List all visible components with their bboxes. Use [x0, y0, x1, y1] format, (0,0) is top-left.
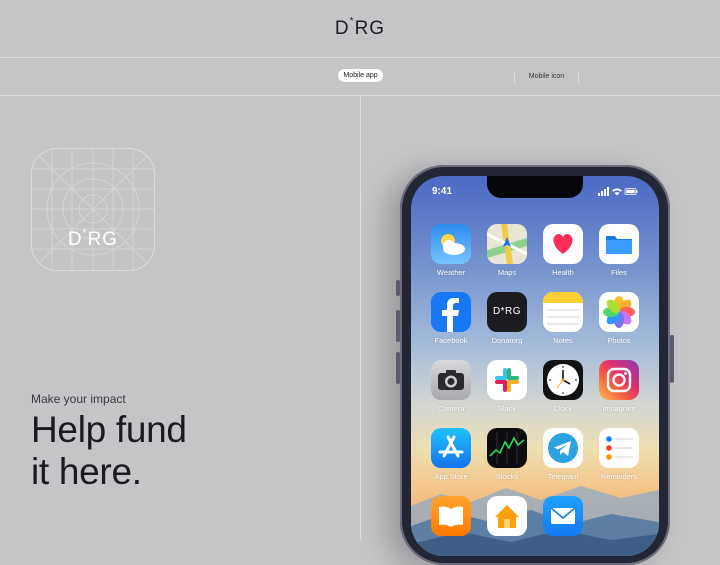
weather-icon — [431, 224, 471, 264]
phone-mute-button — [396, 280, 400, 296]
phone-power-button — [670, 335, 674, 383]
brand-logo[interactable]: D*RG — [0, 16, 720, 40]
hero-headline: Help fund it here. — [31, 409, 187, 493]
brand-rest: RG — [354, 18, 386, 39]
app-label: Instagram — [602, 404, 636, 413]
app-label: Slack — [497, 404, 517, 413]
app-maps[interactable]: Maps — [479, 224, 535, 277]
status-time: 9:41 — [432, 186, 453, 197]
app-label: Clock — [553, 404, 573, 413]
app-label: Reminders — [600, 472, 638, 481]
app-files[interactable]: Files — [591, 224, 647, 277]
photos-icon — [599, 292, 639, 332]
brand-letter: D — [334, 18, 350, 39]
hero-line-2: it here. — [31, 451, 142, 492]
app-photos[interactable]: Photos — [591, 292, 647, 345]
books-icon — [431, 496, 471, 536]
home-icon — [487, 496, 527, 536]
mail-icon — [543, 496, 583, 536]
hero-line-1: Help fund — [31, 409, 187, 450]
brand-mark: * — [349, 16, 355, 27]
clock-icon — [543, 360, 583, 400]
app-weather[interactable]: Weather — [423, 224, 479, 277]
app-label: App Store — [434, 472, 468, 481]
app-label: Donatorg — [491, 336, 523, 345]
header-divider — [0, 57, 720, 58]
stocks-icon — [487, 428, 527, 468]
camera-icon — [431, 360, 471, 400]
preview-letter: D — [67, 229, 83, 250]
notes-icon — [543, 292, 583, 332]
instagram-icon — [599, 360, 639, 400]
app-store-icon — [431, 428, 471, 468]
app-label: Facebook — [434, 336, 468, 345]
status-icons — [598, 187, 638, 196]
files-icon — [599, 224, 639, 264]
icon-grid-icon — [32, 149, 154, 270]
app-donatorg[interactable]: D*RG Donatorg — [479, 292, 535, 345]
app-app-store[interactable]: App Store — [423, 428, 479, 481]
phone-home-screen: 9:41 Weather Maps Health Files Facebook … — [411, 176, 659, 556]
health-icon — [543, 224, 583, 264]
app-camera[interactable]: Camera — [423, 360, 479, 413]
app-icon-preview: D*RG — [31, 148, 155, 271]
app-label: Notes — [553, 336, 573, 345]
app-label: Files — [611, 268, 627, 277]
app-label: Weather — [436, 268, 466, 277]
app-clock[interactable]: Clock — [535, 360, 591, 413]
app-facebook[interactable]: Facebook — [423, 292, 479, 345]
app-home[interactable] — [479, 496, 535, 540]
app-icon-preview-label: D*RG — [32, 228, 154, 251]
phone-notch — [487, 176, 583, 198]
app-label: Camera — [437, 404, 465, 413]
tab-mobile-icon[interactable]: Mobile icon — [514, 71, 579, 83]
donatorg-icon: D*RG — [487, 292, 527, 332]
facebook-icon — [431, 292, 471, 332]
app-label: Health — [552, 268, 574, 277]
hero-kicker: Make your impact — [31, 392, 126, 406]
reminders-icon — [599, 428, 639, 468]
maps-icon — [487, 224, 527, 264]
app-notes[interactable]: Notes — [535, 292, 591, 345]
app-instagram[interactable]: Instagram — [591, 360, 647, 413]
preview-mark: * — [82, 228, 88, 239]
tab-mobile-app[interactable]: Mobile app — [338, 69, 383, 82]
app-reminders[interactable]: Reminders — [591, 428, 647, 481]
preview-rest: RG — [87, 229, 119, 250]
app-telegram[interactable]: Telegram — [535, 428, 591, 481]
app-health[interactable]: Health — [535, 224, 591, 277]
column-divider — [360, 96, 361, 540]
app-label: Stocks — [495, 472, 519, 481]
slack-icon — [487, 360, 527, 400]
app-books[interactable] — [423, 496, 479, 540]
phone-volume-up-button — [396, 310, 400, 342]
app-label: Telegram — [547, 472, 579, 481]
telegram-icon — [543, 428, 583, 468]
app-slack[interactable]: Slack — [479, 360, 535, 413]
app-label: Photos — [607, 336, 631, 345]
app-label: Maps — [497, 268, 517, 277]
phone-volume-down-button — [396, 352, 400, 384]
app-mail[interactable] — [535, 496, 591, 540]
app-stocks[interactable]: Stocks — [479, 428, 535, 481]
